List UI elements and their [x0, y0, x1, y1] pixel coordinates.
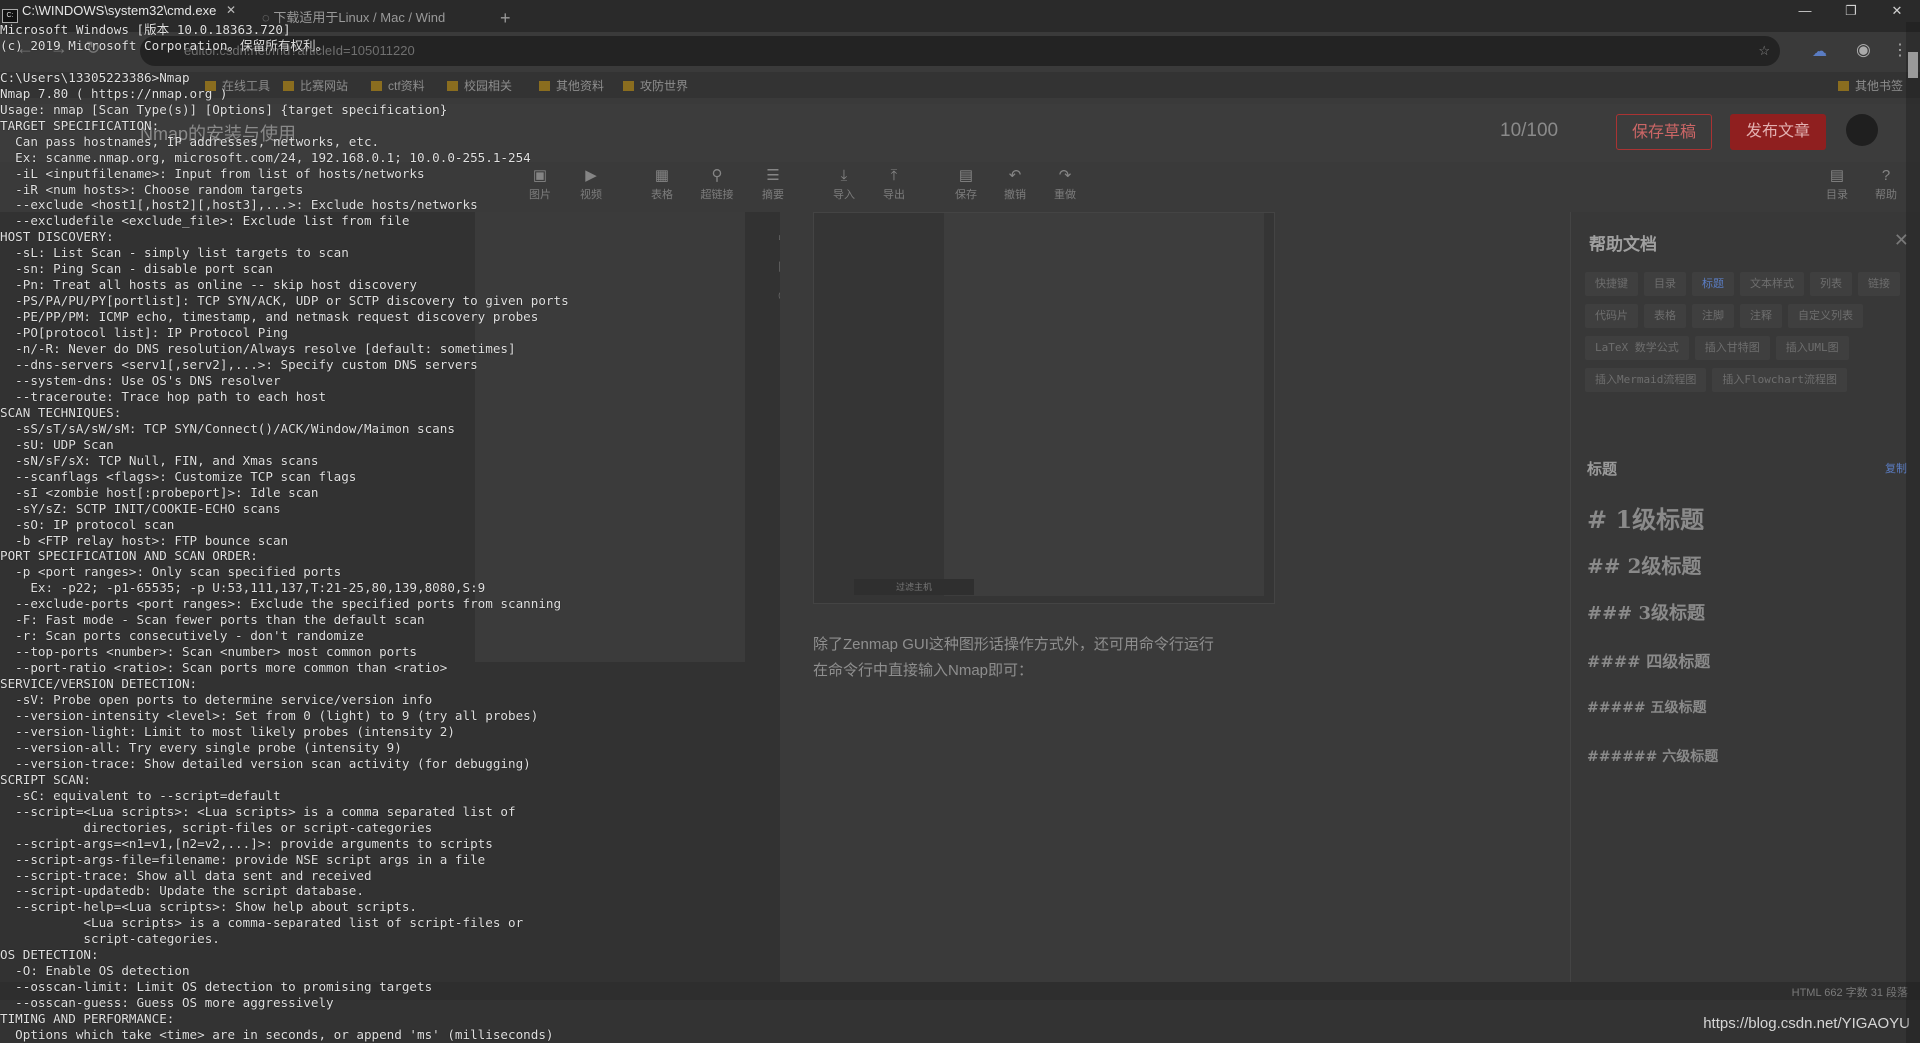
console-line: -F: Fast mode - Scan fewer ports than th… — [0, 612, 425, 628]
console-line: -sI <zombie host[:probeport]>: Idle scan — [0, 484, 319, 500]
console-line: script-categories. — [0, 931, 220, 947]
console-line: --version-trace: Show detailed version s… — [0, 755, 531, 771]
console-line: -O: Enable OS detection — [0, 963, 190, 979]
console-line: -sO: IP protocol scan — [0, 516, 175, 532]
console-line: -p <port ranges>: Only scan specified po… — [0, 564, 342, 580]
console-line: --version-all: Try every single probe (i… — [0, 739, 402, 755]
cmd-window: C: C:\WINDOWS\system32\cmd.exe ✕ — ❐ ✕ Micr… — [0, 0, 1920, 1043]
window-controls: — ❐ ✕ — [1782, 0, 1920, 22]
console-line: -sC: equivalent to --script=default — [0, 787, 281, 803]
console-line: -sY/sZ: SCTP INIT/COOKIE-ECHO scans — [0, 500, 281, 516]
console-line: -n/-R: Never do DNS resolution/Always re… — [0, 341, 516, 357]
console-line: -Pn: Treat all hosts as online -- skip h… — [0, 277, 418, 293]
console-line: --script-args=<n1=v1,[n2=v2,...]>: provi… — [0, 835, 493, 851]
cmd-title-bar: C: C:\WINDOWS\system32\cmd.exe — [0, 0, 250, 23]
console-line: --exclude-ports <port ranges>: Exclude t… — [0, 596, 562, 612]
console-line: --system-dns: Use OS's DNS resolver — [0, 372, 281, 388]
cmd-title: C:\WINDOWS\system32\cmd.exe — [22, 3, 217, 18]
console-line: Nmap 7.80 ( https://nmap.org ) — [0, 85, 228, 101]
console-line: Can pass hostnames, IP addresses, networ… — [0, 133, 380, 149]
console-line: --script-help=<Lua scripts>: Show help a… — [0, 899, 418, 915]
console-line: -iR <num hosts>: Choose random targets — [0, 181, 304, 197]
console-line: -sV: Probe open ports to determine servi… — [0, 692, 433, 708]
console-line: SERVICE/VERSION DETECTION: — [0, 676, 198, 692]
console-line: --version-intensity <level>: Set from 0 … — [0, 707, 539, 723]
console-line: -b <FTP relay host>: FTP bounce scan — [0, 532, 289, 548]
console-line: -sL: List Scan - simply list targets to … — [0, 245, 349, 261]
console-line: directories, script-files or script-cate… — [0, 819, 433, 835]
console-line: PORT SPECIFICATION AND SCAN ORDER: — [0, 548, 258, 564]
console-line: Ex: scanme.nmap.org, microsoft.com/24, 1… — [0, 149, 531, 165]
console-line: --port-ratio <ratio>: Scan ports more co… — [0, 660, 448, 676]
close-button[interactable]: ✕ — [1874, 0, 1920, 22]
console-line: Usage: nmap [Scan Type(s)] [Options] {ta… — [0, 101, 448, 117]
console-line: -sU: UDP Scan — [0, 436, 114, 452]
console-line: -PS/PA/PU/PY[portlist]: TCP SYN/ACK, UDP… — [0, 293, 569, 309]
console-line: SCAN TECHNIQUES: — [0, 404, 122, 420]
console-line: --scanflags <flags>: Customize TCP scan … — [0, 468, 357, 484]
console-line: (c) 2019 Microsoft Corporation。保留所有权利。 — [0, 37, 329, 53]
console-line: TIMING AND PERFORMANCE: — [0, 1011, 175, 1027]
console-output[interactable]: Microsoft Windows [版本 10.0.18363.720] (c)… — [0, 22, 1900, 1043]
console-line: -sn: Ping Scan - disable port scan — [0, 261, 273, 277]
console-line: Microsoft Windows [版本 10.0.18363.720] — [0, 22, 291, 37]
console-line: --script-trace: Show all data sent and r… — [0, 867, 372, 883]
console-line: --script-args-file=filename: provide NSE… — [0, 851, 486, 867]
minimize-button[interactable]: — — [1782, 0, 1828, 22]
console-line: --top-ports <number>: Scan <number> most… — [0, 644, 418, 660]
console-line: OS DETECTION: — [0, 947, 99, 963]
console-line: Options which take <time> are in seconds… — [0, 1027, 554, 1043]
console-line: --osscan-limit: Limit OS detection to pr… — [0, 979, 433, 995]
maximize-button[interactable]: ❐ — [1828, 0, 1874, 22]
close-icon[interactable]: ✕ — [226, 3, 236, 17]
console-line: --excludefile <exclude_file>: Exclude li… — [0, 213, 410, 229]
terminal-icon: C: — [2, 9, 18, 23]
console-line: -PO[protocol list]: IP Protocol Ping — [0, 325, 289, 341]
console-line: --version-light: Limit to most likely pr… — [0, 723, 455, 739]
console-scrollbar[interactable] — [1906, 22, 1920, 1043]
console-line: --script-updatedb: Update the script dat… — [0, 883, 364, 899]
console-line: -iL <inputfilename>: Input from list of … — [0, 165, 425, 181]
console-line: -sN/sF/sX: TCP Null, FIN, and Xmas scans — [0, 452, 319, 468]
console-line: --exclude <host1[,host2][,host3],...>: E… — [0, 197, 478, 213]
console-line: -sS/sT/sA/sW/sM: TCP SYN/Connect()/ACK/W… — [0, 420, 455, 436]
console-line: -r: Scan ports consecutively - don't ran… — [0, 628, 364, 644]
console-line: --osscan-guess: Guess OS more aggressive… — [0, 995, 334, 1011]
console-line: SCRIPT SCAN: — [0, 771, 91, 787]
console-line: TARGET SPECIFICATION: — [0, 117, 160, 133]
console-line: <Lua scripts> is a comma-separated list … — [0, 915, 524, 931]
console-line: C:\Users\13305223386>Nmap — [0, 69, 190, 85]
scrollbar-thumb[interactable] — [1908, 52, 1918, 78]
console-line: --script=<Lua scripts>: <Lua scripts> is… — [0, 803, 516, 819]
console-line: Ex: -p22; -p1-65535; -p U:53,111,137,T:2… — [0, 580, 486, 596]
console-line: --traceroute: Trace hop path to each hos… — [0, 388, 327, 404]
console-line: -PE/PP/PM: ICMP echo, timestamp, and net… — [0, 309, 539, 325]
console-line: HOST DISCOVERY: — [0, 229, 114, 245]
console-line: --dns-servers <serv1[,serv2],...>: Speci… — [0, 357, 478, 373]
